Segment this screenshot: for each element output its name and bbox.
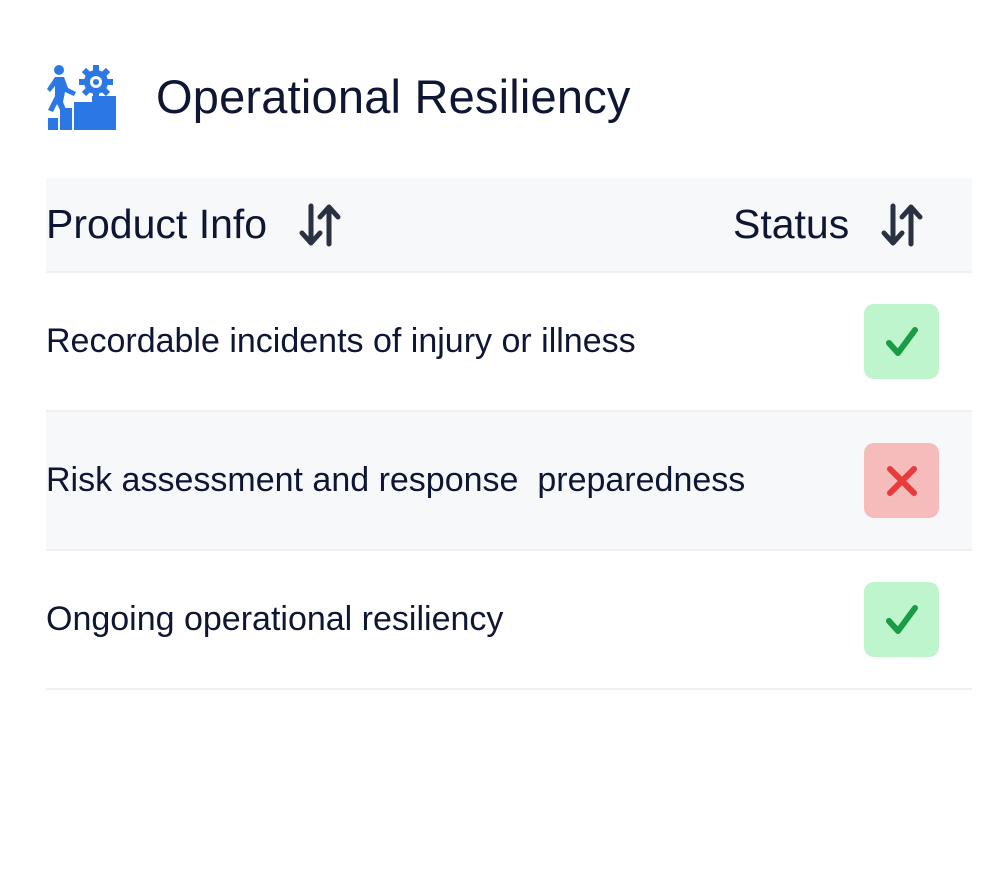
sort-arrows-icon[interactable] — [299, 202, 341, 248]
page-header: Operational Resiliency — [46, 62, 631, 130]
row-label: Recordable incidents of injury or illnes… — [46, 322, 636, 360]
close-icon — [886, 465, 917, 496]
status-table: Product Info Status Recordable incidents… — [46, 178, 972, 690]
sort-arrows-icon[interactable] — [881, 202, 923, 248]
table-row: Recordable incidents of injury or illnes… — [46, 273, 972, 412]
table-row: Risk assessment and response preparednes… — [46, 412, 972, 551]
status-badge-fail — [864, 443, 939, 518]
table-row: Ongoing operational resiliency — [46, 551, 972, 690]
status-badge-pass — [864, 582, 939, 657]
column-label: Status — [733, 201, 850, 247]
check-icon — [885, 326, 918, 356]
row-label: Ongoing operational resiliency — [46, 600, 504, 638]
column-header-status[interactable]: Status — [733, 178, 923, 271]
progress-climb-gear-icon — [47, 65, 116, 130]
column-header-product-info[interactable]: Product Info — [46, 178, 341, 271]
status-badge-pass — [864, 304, 939, 379]
column-label: Product Info — [46, 201, 268, 247]
table-header: Product Info Status — [46, 178, 972, 273]
check-icon — [885, 604, 918, 634]
page-title: Operational Resiliency — [156, 69, 631, 123]
row-label: Risk assessment and response preparednes… — [46, 461, 746, 499]
